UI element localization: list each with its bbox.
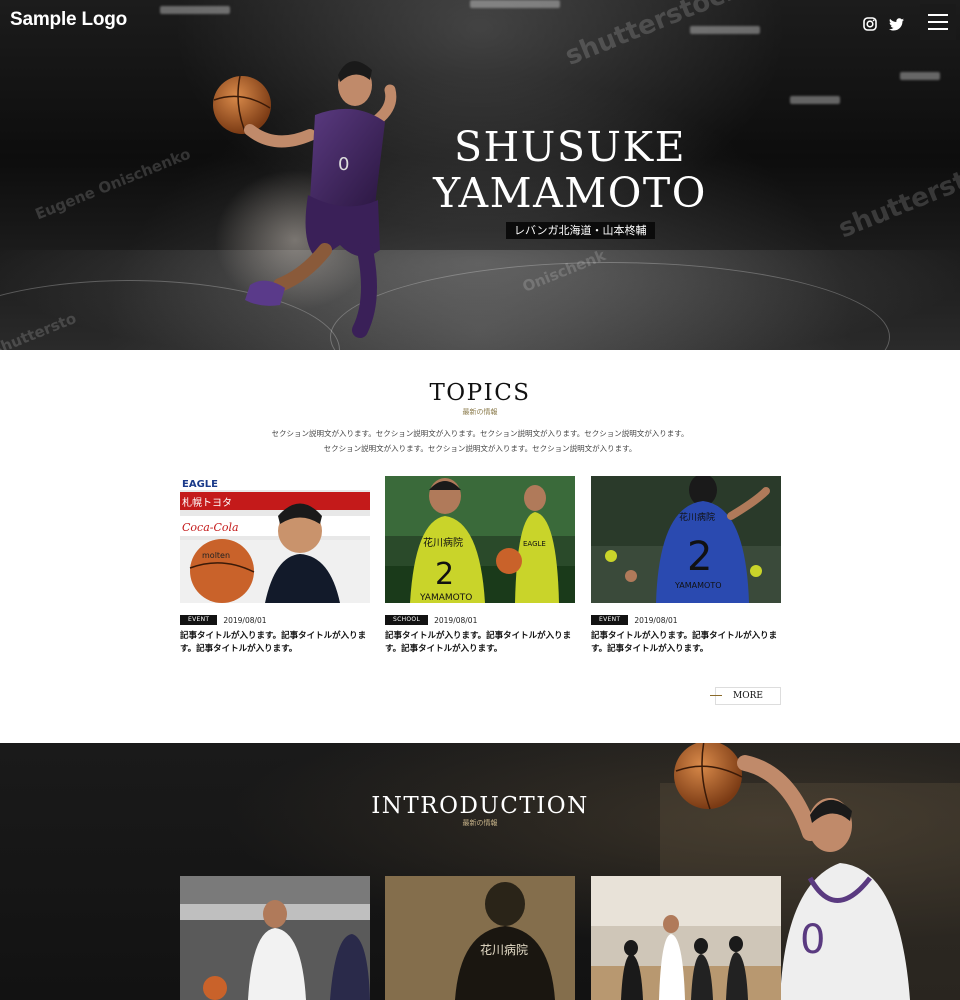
topics-title: TOPICS	[429, 380, 531, 406]
jersey-number: 2	[435, 557, 454, 592]
post-date: 2019/08/01	[223, 615, 267, 625]
category-tag[interactable]: EVENT	[180, 615, 218, 625]
jersey-text: EAGLE	[523, 540, 546, 548]
more-button-accent-line	[710, 695, 722, 696]
arena-light	[160, 6, 230, 14]
watermark: shutterstock	[561, 0, 746, 72]
jersey-text: 花川病院	[423, 536, 463, 549]
site-logo[interactable]: Sample Logo	[10, 9, 127, 31]
post-date: 2019/08/01	[434, 615, 478, 625]
hero-title-line1: SHUSUKE	[453, 123, 687, 171]
jersey-text: 花川病院	[679, 511, 715, 523]
category-tag[interactable]: EVENT	[591, 615, 629, 625]
card-meta: SCHOOL 2019/08/01	[385, 615, 477, 625]
description-line: セクション説明文が入ります。セクション説明文が入ります。セクション説明文が入りま…	[323, 444, 637, 453]
jersey-text: 花川病院	[480, 942, 528, 957]
menu-bar	[928, 28, 948, 30]
jersey-name: YAMAMOTO	[674, 581, 722, 590]
ad-board-text: 札幌トヨタ	[182, 496, 232, 509]
card-meta: EVENT 2019/08/01	[180, 615, 267, 625]
hamburger-menu-icon[interactable]	[920, 4, 956, 40]
jersey-number: 0	[800, 917, 825, 963]
topics-subtitle: 最新の情報	[462, 408, 498, 416]
player-image: 0	[213, 61, 397, 338]
topic-thumbnail[interactable]: EAGLE 札幌トヨタ Coca-Cola molten	[180, 476, 370, 603]
post-title[interactable]: 記事タイトルが入ります。記事タイトルが入ります。記事タイトルが入ります。	[180, 630, 370, 656]
watermark: shutterst	[834, 165, 960, 245]
hero-banner: shutterstock Eugene Onischenko shutterst…	[0, 0, 960, 350]
topic-card[interactable]: EAGLE 札幌トヨタ Coca-Cola molten EVENT 2019/…	[180, 476, 370, 656]
hero-title-line2: YAMAMOTO	[433, 169, 707, 217]
introduction-title: INTRODUCTION	[371, 793, 589, 819]
introduction-photo[interactable]: 花川病院	[385, 876, 575, 1000]
topic-card[interactable]: 花川病院 2 YAMAMOTO EAGLE SCHOOL 2019/08/01 …	[385, 476, 575, 656]
post-title[interactable]: 記事タイトルが入ります。記事タイトルが入ります。記事タイトルが入ります。	[385, 630, 575, 656]
topic-card[interactable]: 花川病院 2 YAMAMOTO EVENT 2019/08/01 記事タイトルが…	[591, 476, 781, 656]
arena-light	[470, 0, 560, 8]
jersey-number: 2	[687, 534, 712, 580]
more-button[interactable]: MORE	[715, 687, 781, 705]
card-meta: EVENT 2019/08/01	[591, 615, 678, 625]
watermark: Eugene Onischenko	[32, 144, 194, 224]
jersey-name: YAMAMOTO	[419, 593, 472, 603]
introduction-photo[interactable]	[591, 876, 781, 1000]
topic-thumbnail[interactable]: 花川病院 2 YAMAMOTO EAGLE	[385, 476, 575, 603]
arena-light	[690, 26, 760, 34]
instagram-icon[interactable]	[860, 14, 880, 34]
ball-brand: molten	[202, 551, 230, 560]
arena-light	[900, 72, 940, 80]
topic-thumbnail[interactable]: 花川病院 2 YAMAMOTO	[591, 476, 781, 603]
topics-description: セクション説明文が入ります。セクション説明文が入ります。セクション説明文が入りま…	[180, 426, 780, 456]
hero-subtitle: レバンガ北海道・山本柊輔	[506, 222, 655, 239]
ad-board-text: Coca-Cola	[182, 521, 239, 534]
hero-title: SHUSUKE YAMAMOTO	[420, 124, 720, 216]
menu-bar	[928, 14, 948, 16]
introduction-subtitle: 最新の情報	[462, 819, 498, 827]
svg-text:0: 0	[338, 154, 349, 175]
post-date: 2019/08/01	[634, 615, 678, 625]
post-title[interactable]: 記事タイトルが入ります。記事タイトルが入ります。記事タイトルが入ります。	[591, 630, 781, 656]
ad-board-text: EAGLE	[182, 479, 218, 490]
category-tag[interactable]: SCHOOL	[385, 615, 429, 625]
twitter-icon[interactable]	[886, 14, 906, 34]
description-line: セクション説明文が入ります。セクション説明文が入ります。セクション説明文が入りま…	[271, 429, 689, 438]
menu-bar	[928, 21, 948, 23]
introduction-photo[interactable]	[180, 876, 370, 1000]
arena-light	[790, 96, 840, 104]
